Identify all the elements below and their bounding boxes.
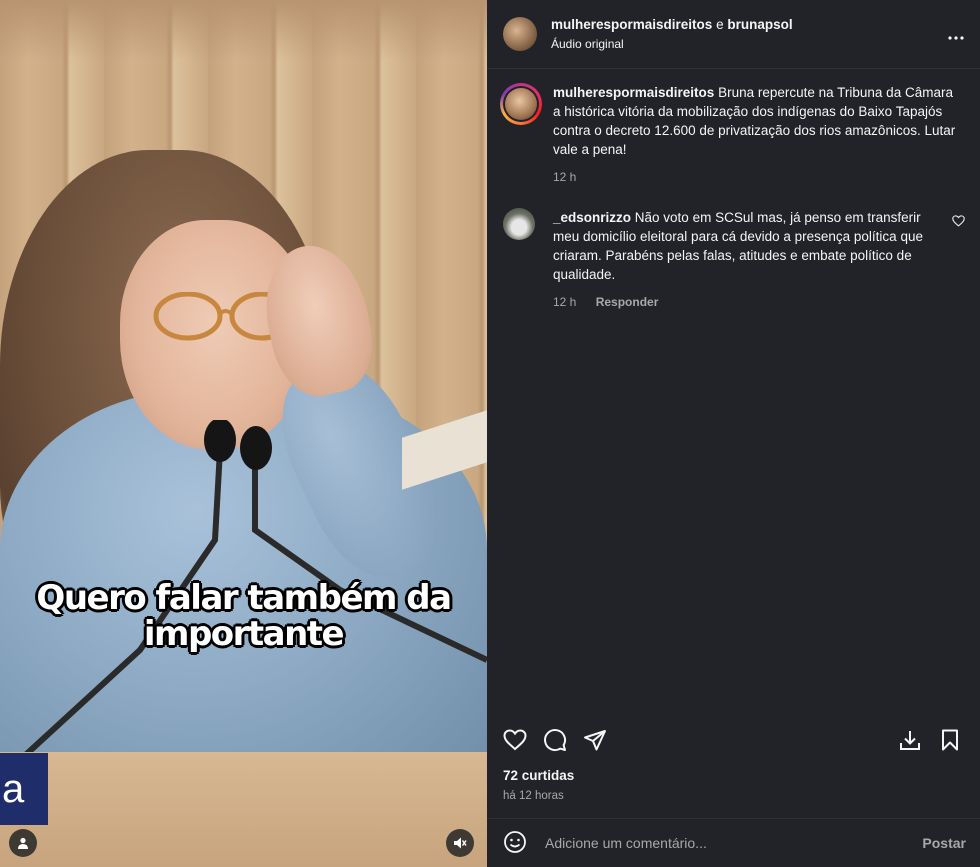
comment-username[interactable]: _edsonrizzo — [553, 210, 631, 225]
likes-count[interactable]: 72 curtidas — [503, 768, 574, 783]
paper-plane-icon — [584, 730, 606, 751]
audio-link[interactable]: Áudio original — [551, 37, 948, 51]
comment-item: _edsonrizzo Não voto em SCSul mas, já pe… — [487, 184, 980, 309]
video-player[interactable]: a Quero falar também da importante — [0, 0, 487, 867]
avatar — [505, 88, 537, 120]
caption-line-2: importante — [143, 614, 345, 654]
more-options-button[interactable] — [948, 24, 964, 45]
account-link-1[interactable]: mulheresp​ormaisdireitos — [551, 17, 712, 32]
comment-button[interactable] — [543, 728, 569, 754]
story-ring-avatar[interactable] — [500, 83, 542, 125]
heart-icon — [952, 215, 965, 227]
save-button[interactable] — [938, 728, 964, 754]
mute-button[interactable] — [446, 829, 474, 857]
post-comment-button[interactable]: Postar — [922, 835, 966, 851]
post-date[interactable]: há 12 horas — [503, 790, 564, 802]
post-meta: 12 h — [553, 170, 964, 184]
comment-like-button[interactable] — [952, 214, 966, 309]
comment-avatar[interactable] — [503, 208, 535, 240]
comment-icon — [544, 729, 567, 752]
download-icon — [900, 731, 920, 750]
account-link-2[interactable]: brunapsol — [727, 17, 792, 32]
collab-avatar[interactable] — [503, 17, 537, 51]
emoji-icon — [504, 831, 526, 853]
accounts-connector: e — [716, 17, 724, 32]
post-body: mulheresp​ormaisdireitos Bruna repercute… — [553, 83, 964, 184]
more-icon — [948, 35, 964, 40]
like-button[interactable] — [503, 728, 529, 754]
caption-line-1: Quero falar também da — [36, 578, 452, 618]
download-button[interactable] — [898, 728, 924, 754]
comment-meta: 12 h Responder — [553, 295, 946, 309]
post-caption: mulheresp​ormaisdireitos Bruna repercute… — [553, 83, 964, 159]
post-caption-block: mulheresp​ormaisdireitos Bruna repercute… — [487, 69, 980, 184]
action-bar — [487, 726, 980, 756]
panel-shadow — [0, 0, 487, 60]
comment-input[interactable] — [543, 834, 923, 852]
tagged-users-button[interactable] — [9, 829, 37, 857]
broadcast-overlay: a — [0, 753, 48, 825]
emoji-button[interactable] — [503, 830, 529, 856]
speaker-muted-icon — [454, 837, 467, 849]
post-username[interactable]: mulheresp​ormaisdireitos — [553, 85, 714, 100]
reply-button[interactable]: Responder — [596, 295, 659, 309]
header-text: mulheresp​ormaisdireitos e brunapsol Áud… — [551, 17, 948, 51]
comment-time[interactable]: 12 h — [553, 295, 576, 309]
header-accounts: mulheresp​ormaisdireitos e brunapsol — [551, 17, 948, 32]
heart-icon — [503, 729, 527, 751]
post-viewer: a Quero falar também da importante mulhe… — [0, 0, 980, 867]
comment-text-block: _edsonrizzo Não voto em SCSul mas, já pe… — [553, 208, 946, 284]
post-side-panel: mulheresp​ormaisdireitos e brunapsol Áud… — [487, 0, 980, 867]
podium — [0, 752, 487, 867]
comment-composer: Postar — [487, 818, 980, 867]
video-caption: Quero falar também da importante — [0, 580, 487, 652]
bookmark-icon — [942, 729, 958, 751]
avatar-gap — [503, 86, 539, 122]
post-header: mulheresp​ormaisdireitos e brunapsol Áud… — [487, 0, 980, 68]
comment-body: _edsonrizzo Não voto em SCSul mas, já pe… — [553, 208, 946, 309]
share-button[interactable] — [583, 728, 609, 754]
post-time[interactable]: 12 h — [553, 170, 576, 184]
user-icon — [18, 837, 28, 849]
